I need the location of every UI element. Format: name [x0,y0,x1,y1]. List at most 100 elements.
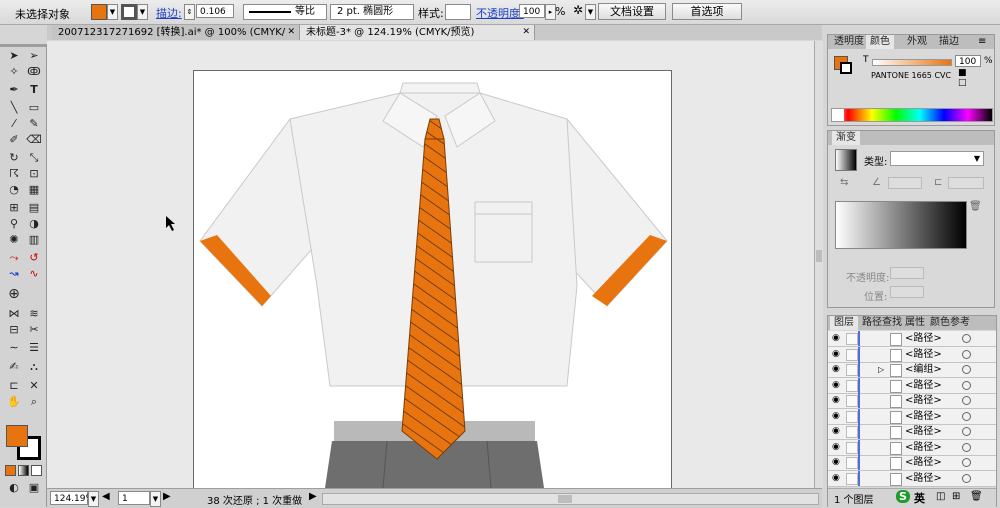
fill-color-icon[interactable] [6,425,28,447]
white-swatch-icon[interactable]: □ [958,78,967,88]
color-mode-icon[interactable] [5,465,16,476]
live-paint-selection-icon[interactable]: ⛬ [26,360,42,374]
target-circle-icon[interactable] [962,473,971,483]
brush-definition[interactable]: 2 pt. 椭圆形 [330,4,414,20]
line-tool-icon[interactable]: ╲ [6,101,22,115]
stroke-stepper-icon[interactable]: ⇕ [184,4,195,20]
visibility-eye-icon[interactable]: ◉ [832,378,840,393]
layer-row[interactable]: ◉ <路径> [828,408,996,425]
stop-position-field[interactable] [890,286,924,298]
visibility-eye-icon[interactable]: ◉ [832,393,840,408]
artboard-dropdown-icon[interactable]: ▼ [150,491,161,507]
lock-toggle[interactable] [846,395,858,407]
artboard-field[interactable]: 1 [118,491,150,505]
zoom-tool-icon[interactable]: ⌕ [26,395,42,409]
lock-toggle[interactable] [846,410,858,423]
align-tool-icon[interactable]: ☰ [26,341,42,355]
collar-band[interactable] [399,82,481,94]
gradient-type-select[interactable]: ▼ [890,151,984,166]
lock-toggle[interactable] [846,426,858,438]
type-tool-icon[interactable]: T [26,83,42,97]
tint-field[interactable]: 100 [955,55,981,67]
doc-tab-1[interactable]: 200712317271692 [转换].ai* @ 100% (CMYK/预览… [52,25,300,53]
target-circle-icon[interactable] [962,442,971,452]
layer-row[interactable]: ◉ <路径> [828,455,996,471]
visibility-eye-icon[interactable]: ◉ [832,440,840,455]
none-color-icon[interactable] [832,109,844,121]
angle-field[interactable] [888,177,922,189]
vertical-scrollbar[interactable] [814,41,823,488]
mesh-tool-icon[interactable]: ⊞ [6,201,22,215]
gradient-mode-icon[interactable] [18,465,29,476]
recolor-icon[interactable]: ✲ [573,3,583,17]
shirt-artwork[interactable] [47,41,822,488]
opacity-field[interactable]: 100 [519,4,545,18]
horizontal-scrollbar[interactable] [322,493,819,505]
target-circle-icon[interactable] [962,458,971,467]
tab-transparency[interactable]: 透明度 [830,35,868,49]
visibility-eye-icon[interactable]: ◉ [832,362,840,377]
tab-appearance[interactable]: 外观 [903,35,931,49]
fill-dropdown-icon[interactable]: ▼ [107,4,118,20]
pencil-tool-icon[interactable]: ✎ [26,117,42,131]
chart-line-tool-icon[interactable]: ∼ [6,341,22,355]
gradient-tool-icon[interactable]: ▤ [26,201,42,215]
slice-tool-icon[interactable]: ⊟ [6,323,22,337]
lock-toggle[interactable] [846,441,858,454]
warp-tool-icon[interactable]: ☈ [6,167,22,181]
new-layer-icon[interactable]: ⊞ [952,491,960,502]
layer-row[interactable]: ◉ <路径> [828,346,996,363]
delete-layer-icon[interactable]: 🗑 [970,491,983,502]
horizontal-scroll-thumb[interactable] [558,495,572,503]
black-swatch-icon[interactable]: ■ [958,68,967,78]
stroke-link[interactable]: 描边: [156,5,182,21]
live-paint-bucket-icon[interactable]: ✍ [6,360,22,374]
visibility-eye-icon[interactable]: ◉ [832,409,840,424]
visibility-eye-icon[interactable]: ◉ [832,424,840,439]
crosshair-tool-icon[interactable]: ⊕ [6,287,22,301]
preferences-button[interactable]: 首选项 [672,3,742,20]
magic-wand-tool-icon[interactable]: ✧ [6,65,22,79]
target-circle-icon[interactable] [962,380,971,390]
visibility-eye-icon[interactable]: ◉ [832,331,840,346]
visibility-eye-icon[interactable]: ◉ [832,455,840,470]
tab-attributes[interactable]: 属性 [901,316,929,330]
perspective-grid-tool-icon[interactable]: ▦ [26,183,42,197]
none-mode-icon[interactable] [31,465,42,476]
close-icon[interactable]: ✕ [522,25,530,40]
delete-stop-icon[interactable]: 🗑 [969,201,982,212]
tab-color-guide[interactable]: 颜色参考 [926,316,974,330]
target-circle-icon[interactable] [962,396,971,405]
doc-tab-2[interactable]: 未标题-3* @ 124.19% (CMYK/预览) ✕ [300,25,535,40]
canvas-area[interactable] [47,41,822,488]
recolor-dropdown-icon[interactable]: ▼ [585,4,596,20]
new-sublayer-icon[interactable]: ◫ [936,491,945,502]
layer-row[interactable]: ◉ <路径> [828,331,996,347]
opacity-link[interactable]: 不透明度: [476,5,524,21]
shape-builder-tool-icon[interactable]: ◔ [6,183,22,197]
close-icon[interactable]: ✕ [287,25,295,40]
knife-tool-icon[interactable]: ✕ [26,379,42,393]
zoom-dropdown-icon[interactable]: ▼ [88,491,99,507]
tab-color[interactable]: 颜色 [866,35,894,49]
lock-toggle[interactable] [846,348,858,361]
layer-row[interactable]: ▷ ◉ <编组> [828,362,996,378]
scale-tool-icon[interactable]: ⤡ [26,151,42,165]
layer-row[interactable]: ◉ <路径> [828,439,996,456]
draw-normal-icon[interactable]: ◐ [6,481,22,495]
fill-swatch[interactable] [91,4,107,20]
target-circle-icon[interactable] [962,334,971,343]
stop-opacity-field[interactable] [890,267,924,279]
zoom-field[interactable]: 124.19% [50,491,94,505]
next-artboard-icon[interactable]: ▶ [163,491,171,502]
rotate-tool-icon[interactable]: ↻ [6,151,22,165]
lock-toggle[interactable] [846,364,858,376]
graphic-style-swatch[interactable] [445,4,471,20]
direct-selection-tool-icon[interactable]: ➢ [26,49,42,63]
vertical-scroll-thumb[interactable] [816,250,822,262]
hand-tool-icon[interactable]: ✋ [6,395,22,409]
prev-artboard-icon[interactable]: ◀ [102,491,110,502]
target-circle-icon[interactable] [962,365,971,374]
rectangle-tool-icon[interactable]: ▭ [26,101,42,115]
crop-tool-icon[interactable]: ⊏ [6,379,22,393]
